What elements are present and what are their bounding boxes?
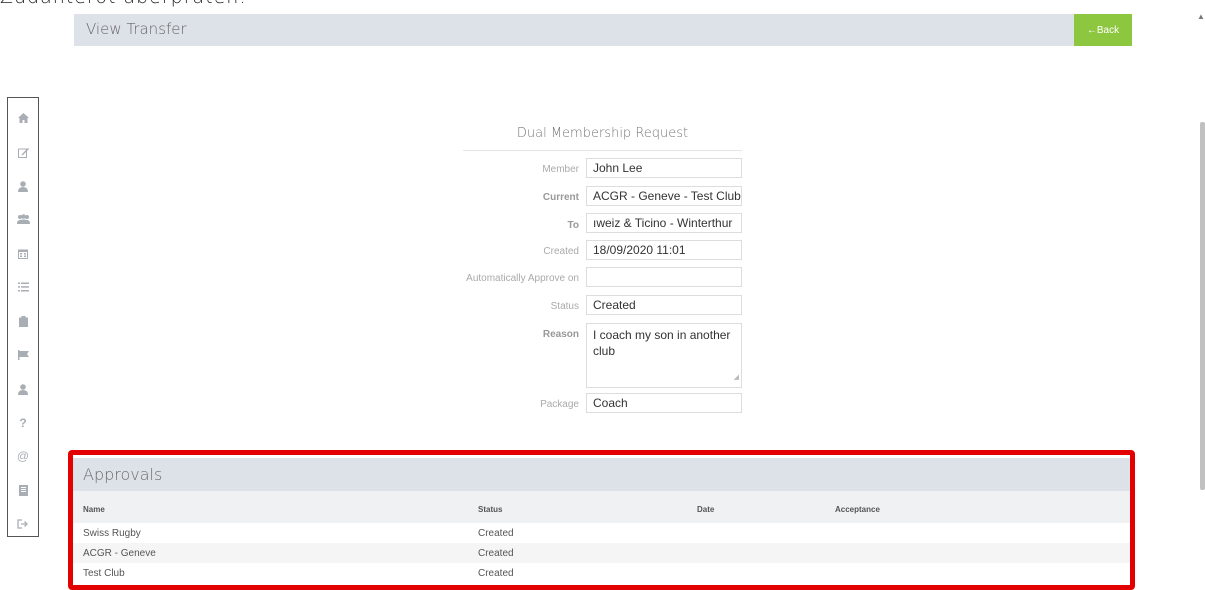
back-button[interactable]: ←Back — [1074, 14, 1132, 46]
member-field[interactable]: John Lee — [586, 158, 742, 178]
clipboard-icon[interactable] — [8, 313, 38, 329]
created-field[interactable]: 18/09/2020 11:01 — [586, 240, 742, 260]
edit-icon[interactable] — [8, 144, 38, 160]
reason-label: Reason — [542, 329, 579, 340]
help-icon[interactable]: ? — [8, 415, 38, 431]
status-label: Status — [550, 301, 579, 312]
flag-icon[interactable] — [8, 347, 38, 363]
to-field[interactable]: ıweiz & Ticino - Winterthur — [586, 213, 742, 233]
person-icon[interactable] — [8, 381, 38, 397]
divider — [463, 150, 742, 151]
at-icon[interactable]: @ — [8, 448, 38, 464]
home-icon[interactable] — [8, 110, 38, 126]
page-header: View Transfer ←Back — [74, 14, 1132, 46]
list-icon[interactable] — [8, 279, 38, 295]
document-icon[interactable] — [8, 482, 38, 498]
resize-grip-icon[interactable]: ◢ — [734, 370, 739, 386]
top-caption: Zudanterot aberpraten: — [0, 0, 247, 8]
package-label: Package — [540, 399, 579, 410]
scroll-up-arrow-icon[interactable]: ▲ — [1197, 12, 1205, 21]
member-label: Member — [542, 164, 579, 175]
reason-text: I coach my son in another club — [593, 328, 731, 358]
page-title: View Transfer — [86, 20, 187, 38]
approvals-highlight-box — [68, 450, 1135, 590]
auto-approve-field[interactable] — [586, 267, 742, 287]
current-label: Current — [542, 192, 579, 203]
sidebar: ? @ — [7, 97, 39, 537]
calendar-icon[interactable] — [8, 245, 38, 261]
status-field[interactable]: Created — [586, 295, 742, 315]
group-icon[interactable] — [8, 211, 38, 227]
form-heading: Dual Membership Request — [516, 126, 689, 141]
auto-approve-label: Automatically Approve on — [466, 273, 579, 284]
created-label: Created — [543, 246, 579, 257]
current-field[interactable]: ACGR - Geneve - Test Club — [586, 186, 742, 206]
logout-icon[interactable] — [8, 516, 38, 532]
user-icon[interactable] — [8, 178, 38, 194]
scrollbar-thumb[interactable] — [1200, 122, 1205, 490]
package-field[interactable]: Coach — [586, 393, 742, 413]
to-label: To — [567, 220, 579, 231]
reason-textarea[interactable]: I coach my son in another club ◢ — [586, 323, 742, 388]
